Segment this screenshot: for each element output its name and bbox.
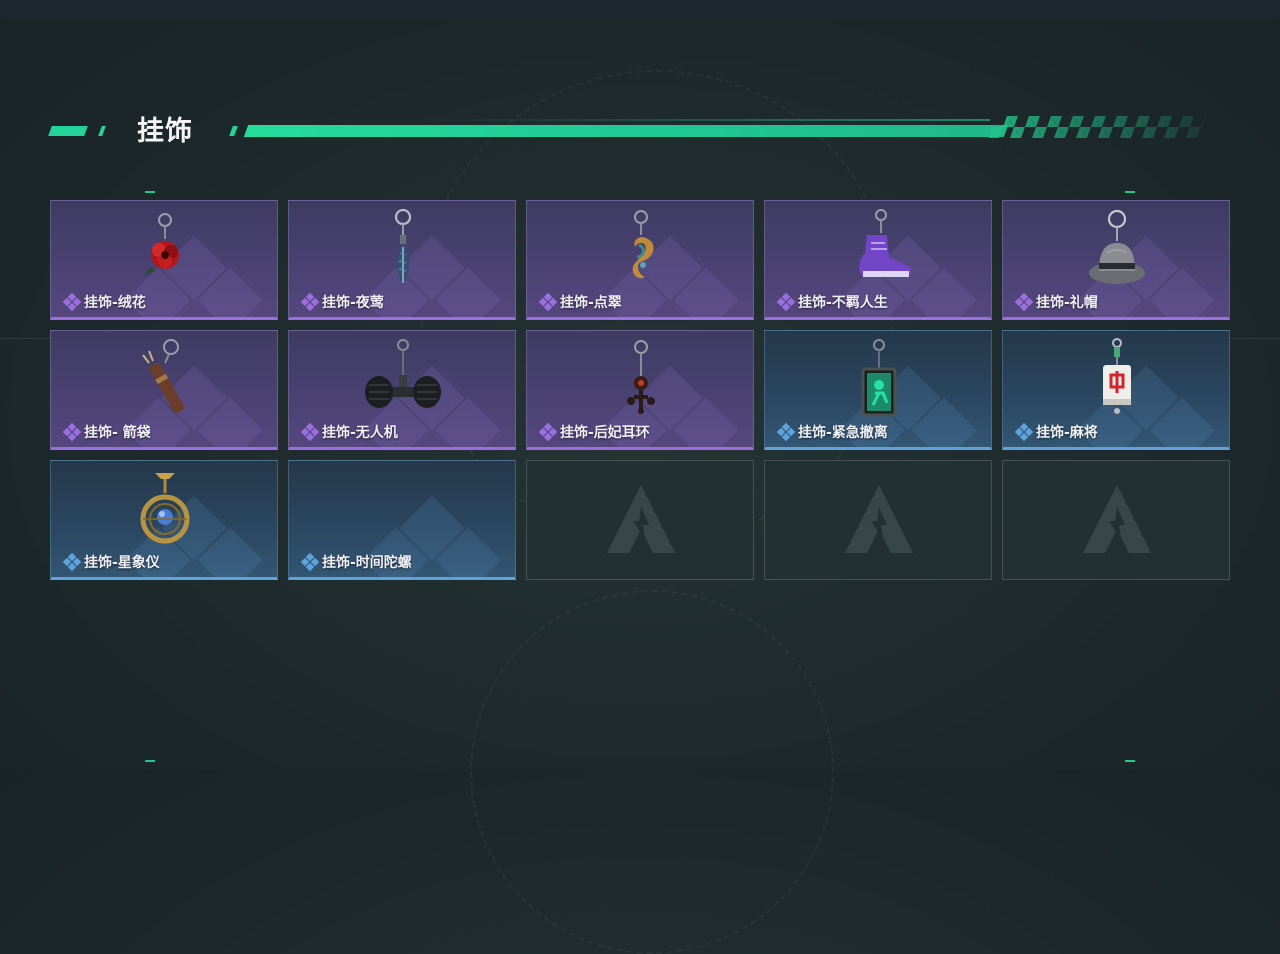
red-rose-charm-icon [115, 205, 215, 293]
card-label: 挂饰-时间陀螺 [299, 552, 412, 572]
phoenix-ornament-charm-icon [591, 205, 691, 293]
card-label: 挂饰-紧急撤离 [775, 422, 888, 442]
top-strip [0, 0, 1280, 20]
charm-card[interactable]: 挂饰-绒花 [50, 200, 278, 320]
mahjong-tile-charm-icon [1067, 335, 1167, 423]
rarity-diamond-icon [61, 292, 83, 312]
checker-flag-pattern [987, 116, 1207, 138]
charm-card[interactable]: 挂饰-麻将 [1002, 330, 1230, 450]
card-label: 挂饰- 箭袋 [61, 422, 151, 442]
card-label: 挂饰-后妃耳环 [537, 422, 650, 442]
charm-card[interactable]: 挂饰-礼帽 [1002, 200, 1230, 320]
corner-tick [145, 191, 155, 193]
header-accent-bar [48, 126, 88, 136]
charm-name: 挂饰-夜莺 [322, 295, 384, 311]
rarity-diamond-icon [299, 552, 321, 572]
corner-tick [1125, 191, 1135, 193]
empty-slot [764, 460, 992, 580]
charm-name: 挂饰-无人机 [322, 425, 398, 441]
blue-feather-charm-icon [353, 205, 453, 293]
charm-name: 挂饰-后妃耳环 [560, 425, 650, 441]
rarity-diamond-icon [775, 292, 797, 312]
rarity-diamond-icon [1013, 422, 1035, 442]
corner-tick [145, 760, 155, 762]
charm-name: 挂饰-紧急撤离 [798, 425, 888, 441]
card-label: 挂饰-星象仪 [61, 552, 160, 572]
game-logo-placeholder-icon [1081, 481, 1153, 557]
corner-tick [1125, 760, 1135, 762]
charm-card[interactable]: 挂饰- 箭袋 [50, 330, 278, 450]
consort-earring-charm-icon [591, 335, 691, 423]
card-label: 挂饰-礼帽 [1013, 292, 1098, 312]
charm-name: 挂饰-不羁人生 [798, 295, 888, 311]
emergency-exit-sign-charm-icon [829, 335, 929, 423]
header-accent-bar [229, 126, 238, 136]
header-accent-bar [98, 126, 106, 136]
rarity-diamond-icon [299, 292, 321, 312]
charm-card[interactable]: 挂饰-紧急撤离 [764, 330, 992, 450]
card-label: 挂饰-无人机 [299, 422, 398, 442]
card-label: 挂饰-夜莺 [299, 292, 384, 312]
arrow-quiver-charm-icon [115, 335, 215, 423]
charm-name: 挂饰-礼帽 [1036, 295, 1098, 311]
charm-name: 挂饰-时间陀螺 [322, 555, 412, 571]
rarity-diamond-icon [775, 422, 797, 442]
card-label: 挂饰-不羁人生 [775, 292, 888, 312]
charm-name: 挂饰-点翠 [560, 295, 622, 311]
rarity-diamond-icon [537, 292, 559, 312]
card-label: 挂饰-绒花 [61, 292, 146, 312]
rarity-diamond-icon [1013, 292, 1035, 312]
background-ring [470, 590, 834, 954]
charm-grid: 挂饰-绒花 挂饰-夜莺 挂饰-点翠 挂饰-不羁人生 挂饰-礼帽 挂饰- 箭袋 挂饰-无人机挂… [50, 200, 1230, 580]
divider-left [0, 338, 50, 339]
astrolabe-charm-icon [115, 465, 215, 553]
card-label: 挂饰-麻将 [1013, 422, 1098, 442]
divider-right [1230, 338, 1280, 339]
game-logo-placeholder-icon [605, 481, 677, 557]
card-label: 挂饰-点翠 [537, 292, 622, 312]
time-gyroscope-charm-icon [353, 465, 453, 553]
empty-slot [526, 460, 754, 580]
wheeled-drone-charm-icon [353, 335, 453, 423]
rarity-diamond-icon [299, 422, 321, 442]
charm-name: 挂饰-麻将 [1036, 425, 1098, 441]
charm-card[interactable]: 挂饰-星象仪 [50, 460, 278, 580]
fedora-hat-charm-icon [1067, 205, 1167, 293]
rarity-diamond-icon [537, 422, 559, 442]
charm-card[interactable]: 挂饰-时间陀螺 [288, 460, 516, 580]
charm-card[interactable]: 挂饰-无人机 [288, 330, 516, 450]
section-header: 挂饰 [0, 100, 1280, 150]
empty-slot [1002, 460, 1230, 580]
charm-name: 挂饰-绒花 [84, 295, 146, 311]
header-progress-bar [243, 125, 1009, 137]
header-thin-line [420, 119, 990, 121]
section-title: 挂饰 [137, 116, 193, 147]
game-logo-placeholder-icon [843, 481, 915, 557]
rarity-diamond-icon [61, 422, 83, 442]
charm-card[interactable]: 挂饰-不羁人生 [764, 200, 992, 320]
charm-card[interactable]: 挂饰-后妃耳环 [526, 330, 754, 450]
rarity-diamond-icon [61, 552, 83, 572]
charm-card[interactable]: 挂饰-点翠 [526, 200, 754, 320]
charm-name: 挂饰-星象仪 [84, 555, 160, 571]
charm-card[interactable]: 挂饰-夜莺 [288, 200, 516, 320]
charm-name: 挂饰- 箭袋 [84, 425, 151, 441]
purple-sneaker-charm-icon [829, 205, 929, 293]
